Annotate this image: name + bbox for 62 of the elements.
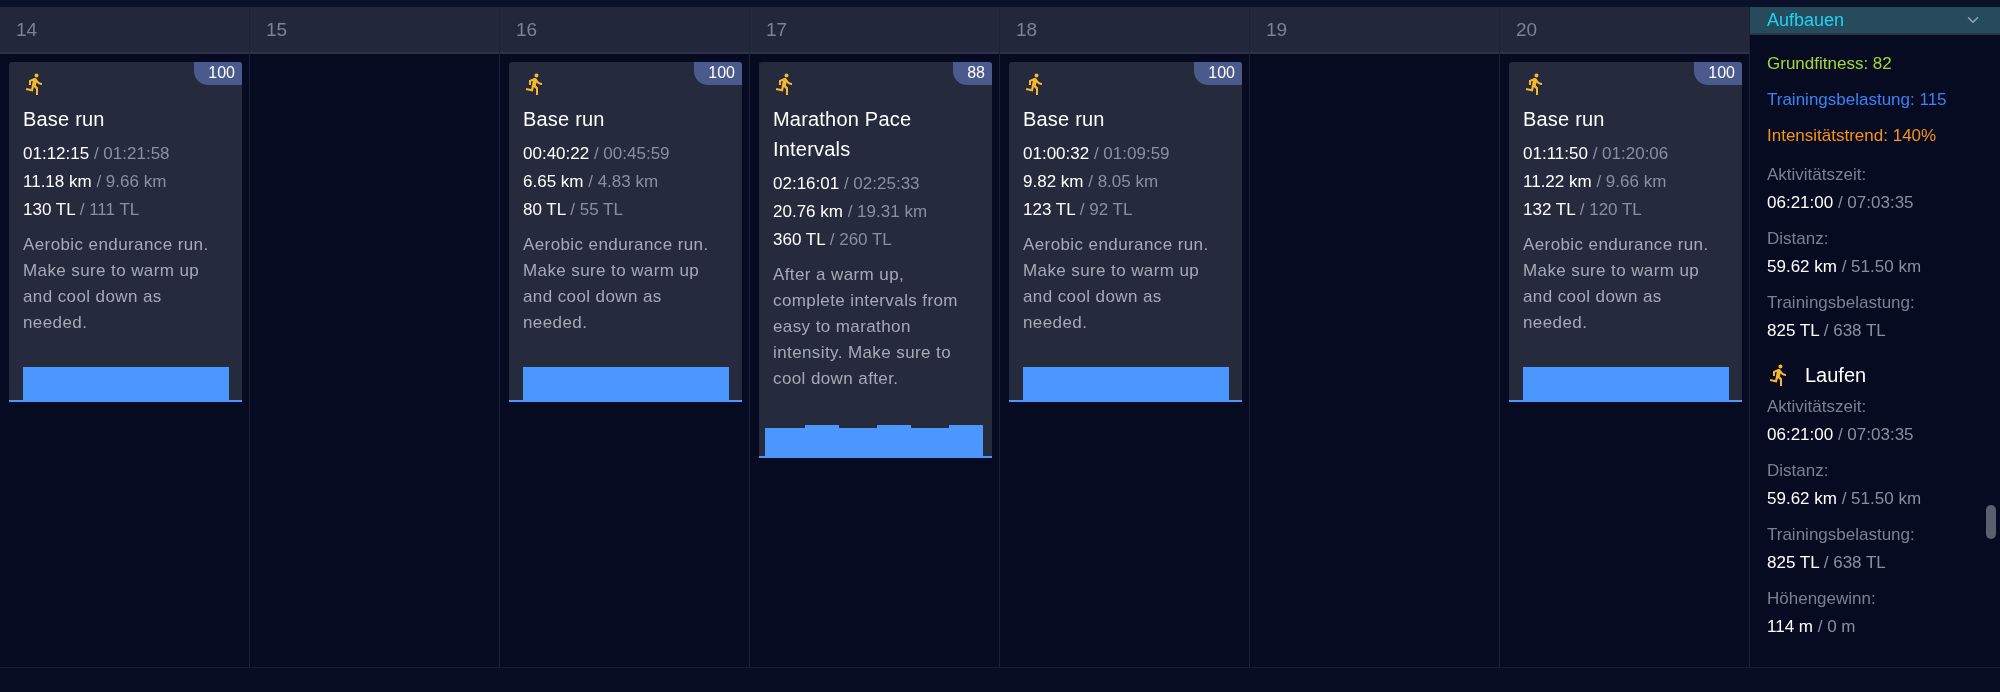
workout-title: Base run xyxy=(1023,107,1106,132)
workout-title: Base run xyxy=(23,107,106,132)
total-label: Distanz: xyxy=(1767,228,1830,250)
score-badge: 100 xyxy=(194,62,242,85)
workout-stat: 130 TL / 111 TL xyxy=(23,199,141,221)
total-value: 06:21:00 / 07:03:35 xyxy=(1767,424,1915,446)
total-label: Aktivitätszeit: xyxy=(1767,164,1868,186)
day-number: 20 xyxy=(1516,18,1538,41)
workout-title: Base run xyxy=(1523,107,1606,132)
workout-stat: 20.76 km / 19.31 km xyxy=(773,201,929,223)
workout-title: Base run xyxy=(523,107,606,132)
workout-stat: 11.22 km / 9.66 km xyxy=(1523,171,1668,193)
total-value: 114 m / 0 m xyxy=(1767,616,1857,638)
fitness-metric: Intensitätstrend: 140% xyxy=(1767,125,1938,147)
workout-stat: 00:40:22 / 00:45:59 xyxy=(523,143,671,165)
total-label: Trainingsbelastung: xyxy=(1767,292,1916,314)
day-number: 18 xyxy=(1016,18,1038,41)
total-value: 825 TL / 638 TL xyxy=(1767,552,1887,574)
total-value: 59.62 km / 51.50 km xyxy=(1767,256,1923,278)
workout-stat: 360 TL / 260 TL xyxy=(773,229,893,251)
workout-stat: 11.18 km / 9.66 km xyxy=(23,171,168,193)
workout-description: Aerobic endurance run. Make sure to warm up and cool down as needed. xyxy=(23,234,210,334)
workout-stat: 123 TL / 92 TL xyxy=(1023,199,1134,221)
workout-card[interactable]: 100 Base run 01:11:50 / 01:20:06 11.22 km / 9.66 km 132 TL / 120 TL Aerobic endurance run. Make sure to warm up and cool down as needed. xyxy=(1509,62,1742,402)
scrollbar-thumb[interactable] xyxy=(1986,505,1996,539)
day-number: 14 xyxy=(16,18,38,41)
phase-dropdown[interactable]: Aufbauen xyxy=(1750,7,2000,35)
workout-stat: 132 TL / 120 TL xyxy=(1523,199,1643,221)
workout-card[interactable]: 100 Base run 00:40:22 / 00:45:59 6.65 km / 4.83 km 80 TL / 55 TL Aerobic endurance run. Make sure to warm up and cool down as needed. xyxy=(509,62,742,402)
workout-card[interactable]: 88 Marathon Pace Intervals 02:16:01 / 02:25:33 20.76 km / 19.31 km 360 TL / 260 TL After a warm up, complete intervals from easy to marathon intensity. Make sure to cool down after. xyxy=(759,62,992,458)
workout-stat: 6.65 km / 4.83 km xyxy=(523,171,660,193)
total-value: 59.62 km / 51.50 km xyxy=(1767,488,1923,510)
workout-stat: 01:12:15 / 01:21:58 xyxy=(23,143,171,165)
total-label: Distanz: xyxy=(1767,460,1830,482)
total-label: Aktivitätszeit: xyxy=(1767,396,1868,418)
score-badge: 100 xyxy=(694,62,742,85)
workout-description: Aerobic endurance run. Make sure to warm up and cool down as needed. xyxy=(1023,234,1210,334)
fitness-metric: Grundfitness: 82 xyxy=(1767,53,1893,75)
total-label: Höhengewinn: xyxy=(1767,588,1877,610)
workout-description: After a warm up, complete intervals from easy to marathon intensity. Make sure to cool down after. xyxy=(773,264,959,390)
workout-title: Marathon Pace Intervals xyxy=(773,107,913,162)
score-badge: 100 xyxy=(1694,62,1742,85)
workout-stat: 80 TL / 55 TL xyxy=(523,199,624,221)
day-number: 19 xyxy=(1266,18,1288,41)
score-badge: 100 xyxy=(1194,62,1242,85)
total-value: 825 TL / 638 TL xyxy=(1767,320,1887,342)
fitness-metric: Trainingsbelastung: 115 xyxy=(1767,89,1948,111)
total-value: 06:21:00 / 07:03:35 xyxy=(1767,192,1915,214)
workout-description: Aerobic endurance run. Make sure to warm up and cool down as needed. xyxy=(523,234,710,334)
score-badge: 88 xyxy=(953,62,992,85)
day-number: 17 xyxy=(766,18,788,41)
workout-card[interactable]: 100 Base run 01:00:32 / 01:09:59 9.82 km / 8.05 km 123 TL / 92 TL Aerobic endurance run. Make sure to warm up and cool down as needed. xyxy=(1009,62,1242,402)
day-number: 16 xyxy=(516,18,538,41)
workout-card[interactable]: 100 Base run 01:12:15 / 01:21:58 11.18 km / 9.66 km 130 TL / 111 TL Aerobic endurance run. Make sure to warm up and cool down as needed. xyxy=(9,62,242,402)
workout-stat: 01:11:50 / 01:20:06 xyxy=(1523,143,1670,165)
day-number: 15 xyxy=(266,18,288,41)
workout-description: Aerobic endurance run. Make sure to warm up and cool down as needed. xyxy=(1523,234,1710,334)
workout-stat: 01:00:32 / 01:09:59 xyxy=(1023,143,1171,165)
sport-name: Laufen xyxy=(1805,363,1867,387)
workout-stat: 9.82 km / 8.05 km xyxy=(1023,171,1160,193)
total-label: Trainingsbelastung: xyxy=(1767,524,1916,546)
workout-stat: 02:16:01 / 02:25:33 xyxy=(773,173,921,195)
